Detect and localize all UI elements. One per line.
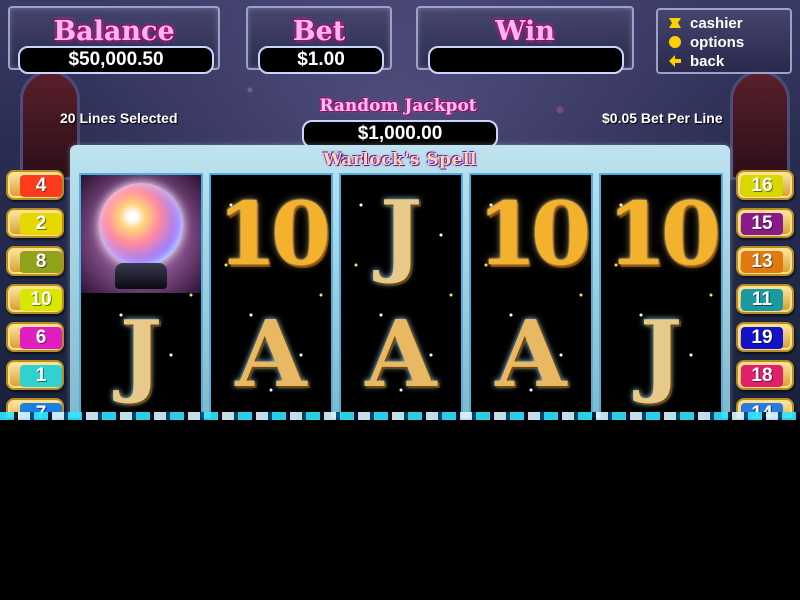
bet-per-line-label: $0.05 Bet Per Line <box>602 110 723 126</box>
line-button-18[interactable]: 18 <box>736 360 794 390</box>
options-label: options <box>690 33 745 51</box>
line-number: 15 <box>741 213 783 235</box>
line-number: 6 <box>20 327 62 349</box>
balance-value: $50,000.50 <box>18 46 214 74</box>
crystal-ball-symbol <box>81 175 201 293</box>
crystal-ball-base <box>115 263 167 289</box>
reel-symbol: A <box>365 300 437 408</box>
options-button[interactable]: options <box>668 33 744 51</box>
line-button-1[interactable]: 1 <box>6 360 64 390</box>
cashier-label: cashier <box>690 14 743 32</box>
jackpot-title: Random Jackpot <box>319 96 477 116</box>
reel-5: 10 J <box>599 173 723 418</box>
bet-value: $1.00 <box>258 46 384 74</box>
win-title: Win <box>495 16 555 47</box>
line-button-15[interactable]: 15 <box>736 208 794 238</box>
line-number: 10 <box>20 289 62 311</box>
cashier-icon <box>669 18 681 28</box>
line-button-8[interactable]: 8 <box>6 246 64 276</box>
game-screen: Balance $50,000.50 Bet $1.00 Win cashier… <box>0 0 800 418</box>
line-button-4[interactable]: 4 <box>6 170 64 200</box>
reel-symbol: A <box>235 300 307 408</box>
reel-symbol: J <box>379 181 423 287</box>
line-number: 4 <box>20 175 62 197</box>
back-button[interactable]: back <box>668 52 724 70</box>
line-number: 11 <box>741 289 783 311</box>
lines-selected-label: 20 Lines Selected <box>60 110 178 126</box>
balance-title: Balance <box>53 16 175 47</box>
line-button-6[interactable]: 6 <box>6 322 64 352</box>
line-number: 1 <box>20 365 62 387</box>
castle-window <box>730 70 790 180</box>
cashier-button[interactable]: cashier <box>668 14 743 32</box>
arrow-left-icon <box>669 55 681 67</box>
crystal-ball-icon <box>99 183 183 267</box>
line-button-16[interactable]: 16 <box>736 170 794 200</box>
reel-symbol: 10 <box>217 183 331 285</box>
win-value <box>428 46 624 74</box>
menu-panel: cashier options back <box>656 8 792 74</box>
game-title: Warlock's Spell <box>323 150 477 170</box>
line-button-10[interactable]: 10 <box>6 284 64 314</box>
back-label: back <box>690 52 725 70</box>
line-number: 19 <box>741 327 783 349</box>
jackpot-value: $1,000.00 <box>302 120 498 148</box>
line-button-11[interactable]: 11 <box>736 284 794 314</box>
render-glitch-strip <box>0 412 800 420</box>
reel-symbol: J <box>119 301 163 407</box>
reel-symbol: 10 <box>607 183 721 285</box>
line-number: 18 <box>741 365 783 387</box>
bet-title: Bet <box>292 16 346 47</box>
line-button-13[interactable]: 13 <box>736 246 794 276</box>
line-button-2[interactable]: 2 <box>6 208 64 238</box>
reel-symbol: J <box>639 301 683 407</box>
line-number: 2 <box>20 213 62 235</box>
reel-symbol: 10 <box>477 183 591 285</box>
line-number: 16 <box>741 175 783 197</box>
reel-3: J A <box>339 173 463 418</box>
unrendered-area <box>0 420 800 600</box>
reel-1: J <box>79 173 203 418</box>
line-button-19[interactable]: 19 <box>736 322 794 352</box>
reel-4: 10 A <box>469 173 593 418</box>
circle-icon <box>669 36 681 48</box>
line-number: 13 <box>741 251 783 273</box>
reel-symbol: A <box>495 300 567 408</box>
line-number: 8 <box>20 251 62 273</box>
reel-2: 10 A <box>209 173 333 418</box>
